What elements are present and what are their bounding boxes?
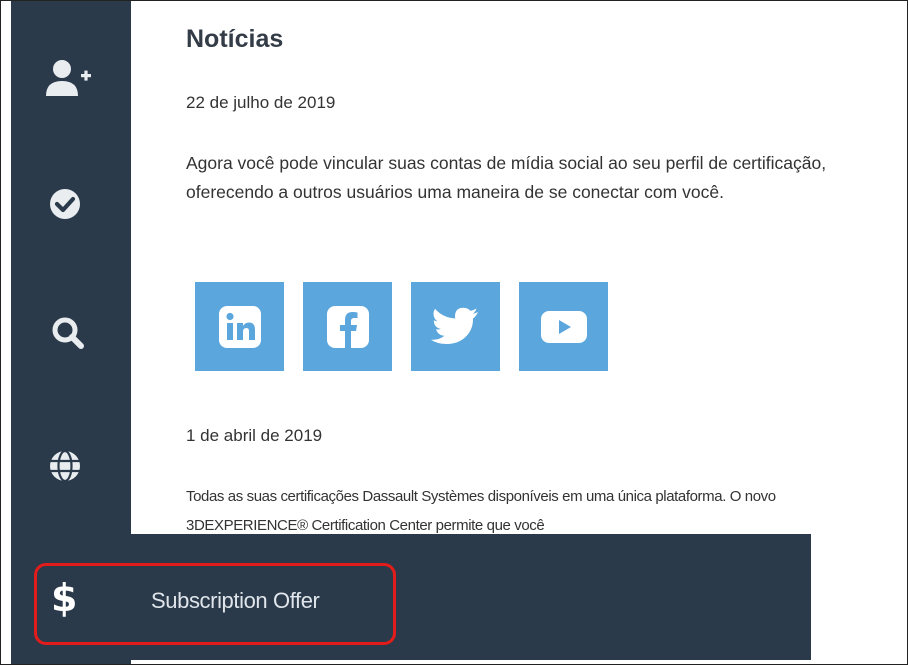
social-links (195, 282, 608, 371)
check-circle-icon[interactable] (48, 187, 108, 221)
news-date: 1 de abril de 2019 (186, 426, 323, 445)
subscription-offer-highlight (34, 563, 396, 645)
twitter-icon[interactable] (411, 282, 500, 371)
news-text: Agora você pode vincular suas contas de … (186, 153, 827, 202)
news-title: Notícias (186, 25, 284, 53)
add-user-icon[interactable] (44, 59, 104, 99)
search-icon[interactable] (51, 316, 111, 350)
globe-icon[interactable] (48, 449, 108, 483)
linkedin-icon[interactable] (195, 282, 284, 371)
youtube-icon[interactable] (519, 282, 608, 371)
news-date: 22 de julho de 2019 (186, 93, 336, 112)
facebook-icon[interactable] (303, 282, 392, 371)
screenshot-frame: Notícias 22 de julho de 2019 Agora você … (0, 0, 908, 665)
news-text: Todas as suas certificações Dassault Sys… (186, 488, 776, 534)
